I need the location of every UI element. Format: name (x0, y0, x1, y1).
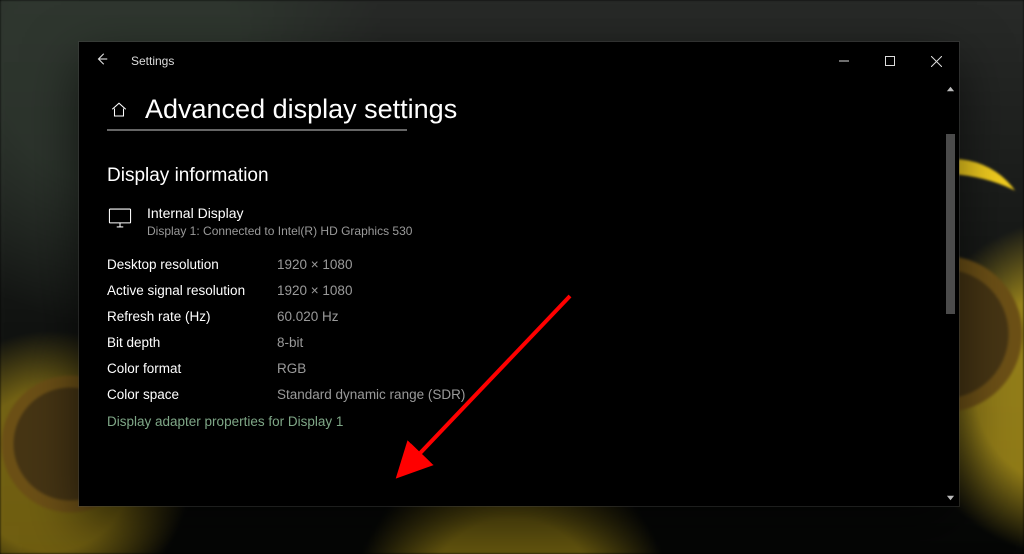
maximize-button[interactable] (867, 42, 913, 80)
page-content: Advanced display settings Display inform… (79, 80, 942, 506)
scrollbar[interactable] (942, 80, 959, 506)
prop-value: 1920 × 1080 (277, 278, 352, 304)
prop-key: Color space (107, 382, 277, 408)
scrollbar-thumb[interactable] (946, 134, 955, 314)
page-title: Advanced display settings (145, 94, 457, 125)
display-name: Internal Display (147, 205, 412, 222)
scrollbar-down-button[interactable] (942, 488, 959, 506)
prop-value: 1920 × 1080 (277, 252, 352, 278)
home-icon (110, 101, 128, 119)
prop-key: Bit depth (107, 330, 277, 356)
scrollbar-track[interactable] (942, 98, 959, 488)
display-sub: Display 1: Connected to Intel(R) HD Grap… (147, 224, 412, 238)
window-titlebar: Settings (79, 42, 959, 80)
prop-refresh-rate: Refresh rate (Hz) 60.020 Hz (107, 304, 942, 330)
prop-desktop-resolution: Desktop resolution 1920 × 1080 (107, 252, 942, 278)
section-heading: Display information (107, 165, 942, 187)
prop-active-signal-resolution: Active signal resolution 1920 × 1080 (107, 278, 942, 304)
minimize-button[interactable] (821, 42, 867, 80)
prop-value: Standard dynamic range (SDR) (277, 382, 465, 408)
display-card: Internal Display Display 1: Connected to… (107, 205, 942, 238)
prop-color-space: Color space Standard dynamic range (SDR) (107, 382, 942, 408)
prop-color-format: Color format RGB (107, 356, 942, 382)
prop-value: RGB (277, 356, 306, 382)
home-button[interactable] (107, 101, 131, 119)
display-properties: Desktop resolution 1920 × 1080 Active si… (107, 252, 942, 408)
prop-key: Desktop resolution (107, 252, 277, 278)
prop-key: Color format (107, 356, 277, 382)
display-adapter-properties-link[interactable]: Display adapter properties for Display 1 (107, 414, 343, 429)
prop-value: 60.020 Hz (277, 304, 339, 330)
window-title: Settings (125, 54, 174, 68)
prop-key: Refresh rate (Hz) (107, 304, 277, 330)
close-button[interactable] (913, 42, 959, 80)
prop-value: 8-bit (277, 330, 303, 356)
scrollbar-up-button[interactable] (942, 80, 959, 98)
prop-key: Active signal resolution (107, 278, 277, 304)
back-button[interactable] (79, 52, 125, 70)
settings-window: Settings Advanced display settings (79, 42, 959, 506)
monitor-icon (107, 205, 133, 236)
prop-bit-depth: Bit depth 8-bit (107, 330, 942, 356)
title-underline (107, 129, 407, 131)
